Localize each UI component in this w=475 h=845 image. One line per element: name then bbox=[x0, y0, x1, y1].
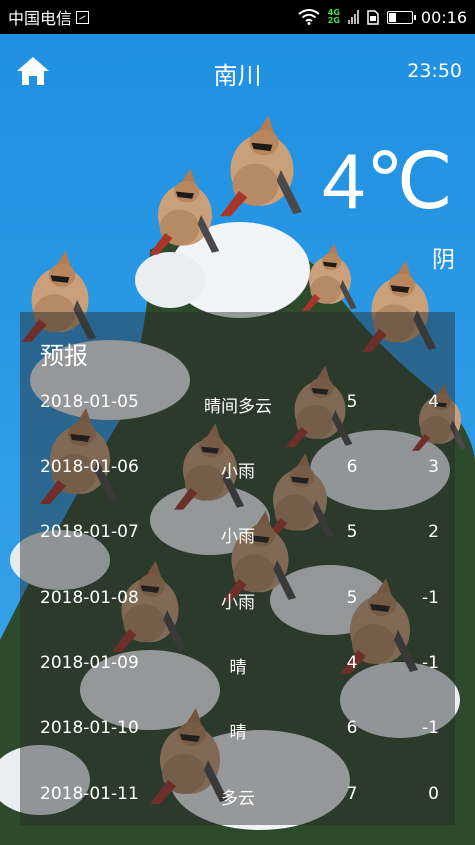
forecast-row: 2018-01-10 晴 6 -1 bbox=[20, 718, 455, 748]
battery-icon bbox=[386, 10, 416, 24]
forecast-weather: 晴 bbox=[229, 723, 247, 743]
forecast-weather: 小雨 bbox=[221, 593, 255, 613]
current-temperature: 4℃ bbox=[322, 137, 453, 225]
status-bar: 中国电信 4G 2G 00:16 bbox=[0, 0, 475, 34]
forecast-high: 6 bbox=[346, 457, 358, 477]
forecast-row: 2018-01-11 多云 7 0 bbox=[20, 784, 455, 814]
forecast-high: 7 bbox=[346, 784, 358, 804]
forecast-row: 2018-01-09 晴 4 -1 bbox=[20, 653, 455, 683]
network-type: 4G 2G bbox=[328, 9, 340, 25]
forecast-high: 4 bbox=[346, 653, 358, 673]
forecast-title: 预报 bbox=[40, 342, 88, 370]
forecast-low: -1 bbox=[422, 653, 439, 673]
forecast-high: 5 bbox=[346, 392, 358, 412]
forecast-date: 2018-01-06 bbox=[40, 457, 139, 477]
wifi-icon bbox=[298, 9, 320, 25]
signal-icon bbox=[347, 10, 359, 24]
forecast-low: -1 bbox=[422, 718, 439, 738]
forecast-low: 4 bbox=[428, 392, 439, 412]
forecast-weather: 小雨 bbox=[221, 527, 255, 547]
forecast-low: 2 bbox=[428, 522, 439, 542]
network-type-bottom: 2G bbox=[327, 16, 340, 25]
forecast-date: 2018-01-10 bbox=[40, 718, 139, 738]
city-title: 南川 bbox=[213, 62, 262, 90]
forecast-weather: 小雨 bbox=[221, 462, 255, 482]
forecast-low: 0 bbox=[428, 784, 439, 804]
status-time: 00:16 bbox=[420, 7, 467, 27]
forecast-date: 2018-01-11 bbox=[40, 784, 139, 804]
image-icon bbox=[76, 10, 90, 24]
forecast-date: 2018-01-05 bbox=[40, 392, 139, 412]
forecast-weather: 晴 bbox=[229, 658, 247, 678]
app-header: 南川 23:50 bbox=[0, 34, 475, 110]
forecast-date: 2018-01-07 bbox=[40, 522, 139, 542]
carrier-name: 中国电信 bbox=[8, 9, 73, 28]
forecast-row: 2018-01-08 小雨 5 -1 bbox=[20, 588, 455, 618]
update-time: 23:50 bbox=[407, 60, 462, 82]
carrier-info: 中国电信 bbox=[8, 5, 90, 29]
forecast-row: 2018-01-05 晴间多云 5 4 bbox=[20, 392, 455, 422]
forecast-date: 2018-01-08 bbox=[40, 588, 139, 608]
forecast-date: 2018-01-09 bbox=[40, 653, 139, 673]
forecast-row: 2018-01-07 小雨 5 2 bbox=[20, 522, 455, 552]
forecast-high: 6 bbox=[346, 718, 358, 738]
forecast-low: 3 bbox=[428, 457, 439, 477]
forecast-panel: 预报 2018-01-05 晴间多云 5 4 2018-01-06 小雨 6 3… bbox=[20, 312, 455, 825]
forecast-weather: 晴间多云 bbox=[204, 397, 272, 417]
forecast-low: -1 bbox=[422, 588, 439, 608]
forecast-row: 2018-01-06 小雨 6 3 bbox=[20, 457, 455, 487]
forecast-high: 5 bbox=[346, 522, 358, 542]
current-condition: 阴 bbox=[432, 247, 455, 273]
forecast-weather: 多云 bbox=[221, 789, 255, 809]
sim-icon bbox=[367, 9, 379, 25]
forecast-high: 5 bbox=[346, 588, 358, 608]
